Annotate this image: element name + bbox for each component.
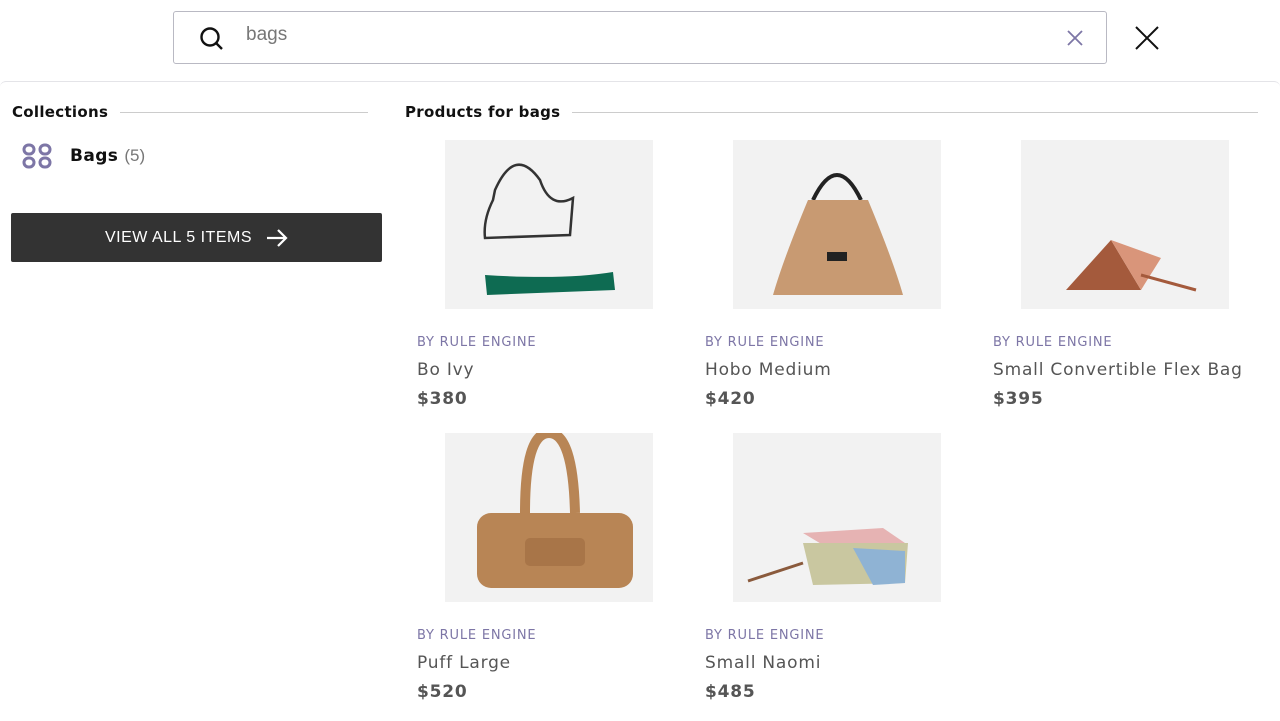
product-vendor: BY RULE ENGINE	[993, 335, 1113, 350]
product-title[interactable]: Bo Ivy	[417, 360, 474, 380]
view-all-button[interactable]: VIEW ALL 5 ITEMS	[11, 213, 382, 262]
product-price: $485	[705, 682, 756, 702]
product-vendor: BY RULE ENGINE	[417, 628, 537, 643]
product-title[interactable]: Hobo Medium	[705, 360, 832, 380]
close-icon[interactable]	[1134, 26, 1160, 50]
clear-icon[interactable]	[1066, 29, 1084, 47]
product-title[interactable]: Puff Large	[417, 653, 511, 673]
search-input[interactable]	[246, 24, 1026, 46]
collection-count: (5)	[124, 146, 146, 165]
search-icon	[200, 27, 223, 50]
divider	[572, 111, 1259, 113]
divider	[120, 111, 369, 113]
arrow-right-icon	[267, 228, 288, 247]
product-price: $420	[705, 389, 756, 409]
product-image[interactable]	[445, 140, 653, 309]
search-bar[interactable]	[173, 11, 1107, 64]
grid-icon	[22, 143, 52, 169]
collections-heading: Collections	[12, 103, 369, 121]
collection-name: Bags	[70, 146, 119, 166]
product-image[interactable]	[1021, 140, 1229, 309]
product-price: $380	[417, 389, 468, 409]
product-image[interactable]	[445, 427, 653, 602]
collections-heading-text: Collections	[12, 103, 109, 121]
product-title[interactable]: Small Convertible Flex Bag	[993, 360, 1243, 380]
product-title[interactable]: Small Naomi	[705, 653, 821, 673]
product-vendor: BY RULE ENGINE	[705, 335, 825, 350]
collection-item-bags[interactable]: Bags (5)	[22, 143, 145, 169]
product-price: $520	[417, 682, 468, 702]
product-vendor: BY RULE ENGINE	[705, 628, 825, 643]
product-image[interactable]	[733, 433, 941, 602]
view-all-label: VIEW ALL 5 ITEMS	[104, 228, 252, 246]
product-price: $395	[993, 389, 1044, 409]
product-vendor: BY RULE ENGINE	[417, 335, 537, 350]
product-image[interactable]	[733, 140, 941, 309]
products-heading: Products for bags	[405, 103, 1259, 121]
products-heading-text: Products for bags	[405, 103, 561, 121]
